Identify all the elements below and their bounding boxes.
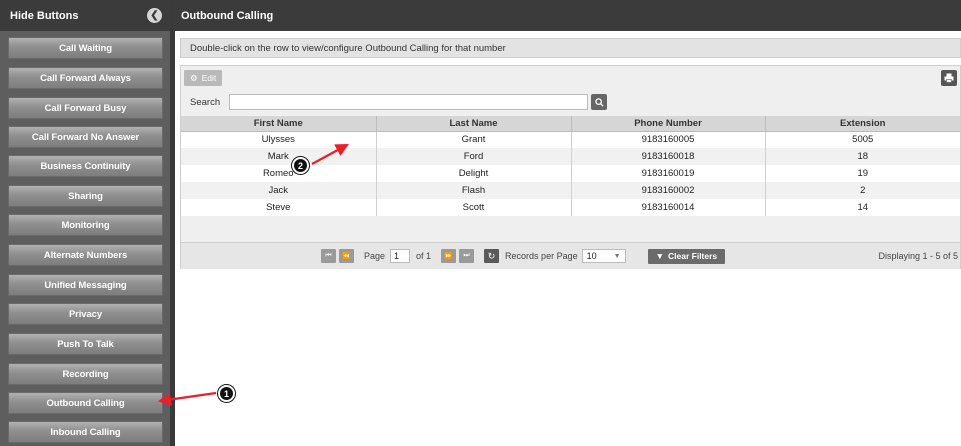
- clear-filters-button[interactable]: ▼ Clear Filters: [647, 248, 726, 264]
- table-cell: 18: [765, 148, 960, 165]
- refresh-button[interactable]: ↻: [484, 249, 500, 263]
- print-button[interactable]: [941, 70, 957, 86]
- outbound-calling-button[interactable]: Outbound Calling: [8, 392, 163, 414]
- table-cell: 9183160002: [571, 182, 766, 199]
- records-per-page-label: Records per Page: [505, 251, 578, 261]
- table-cell: 9183160018: [571, 148, 766, 165]
- table-cell: Delight: [376, 165, 572, 182]
- prev-page-icon: ⏪: [342, 253, 351, 260]
- next-page-icon: ⏩: [444, 253, 453, 260]
- sidebar-title: Hide Buttons: [10, 9, 79, 22]
- sharing-button[interactable]: Sharing: [8, 185, 163, 207]
- records-per-page-select[interactable]: 10 ▼: [581, 249, 626, 263]
- page-title: Outbound Calling: [175, 0, 961, 31]
- call-forward-always-button[interactable]: Call Forward Always: [8, 67, 163, 89]
- annotation-badge-1: 1: [218, 385, 235, 402]
- table-cell: 9183160005: [571, 131, 766, 148]
- table-cell: Jack: [181, 182, 377, 199]
- page-label: Page: [364, 251, 386, 261]
- main-panel: Outbound Calling Double-click on the row…: [175, 0, 961, 446]
- table-cell: 5005: [765, 131, 960, 148]
- edit-label: Edit: [201, 73, 217, 83]
- gear-icon: ⚙: [190, 72, 198, 83]
- refresh-icon: ↻: [487, 250, 496, 261]
- chevron-left-icon: ❮: [150, 10, 159, 21]
- call-waiting-button[interactable]: Call Waiting: [8, 37, 163, 59]
- table-cell: Ford: [376, 148, 572, 165]
- pager: ⏮ ⏪ Page 1 of 1 ⏩ ⏭ ↻ Records per Page 1…: [181, 242, 960, 269]
- table-row[interactable]: Steve Scott 9183160014 14: [181, 199, 960, 216]
- table-row[interactable]: Jack Flash 9183160002 2: [181, 182, 960, 199]
- recording-button[interactable]: Recording: [8, 363, 163, 385]
- collapse-sidebar-button[interactable]: ❮: [147, 8, 162, 23]
- table-row[interactable]: Ulysses Grant 9183160005 5005: [181, 131, 960, 148]
- clear-filters-label: Clear Filters: [668, 251, 718, 261]
- table-cell: Flash: [376, 182, 572, 199]
- chevron-down-icon: ▼: [613, 252, 621, 260]
- call-forward-no-answer-button[interactable]: Call Forward No Answer: [8, 126, 163, 148]
- column-header[interactable]: First Name: [181, 116, 377, 132]
- table-cell: 2: [765, 182, 960, 199]
- alternate-numbers-button[interactable]: Alternate Numbers: [8, 244, 163, 266]
- table-cell: 9183160019: [571, 165, 766, 182]
- table-cell: Scott: [376, 199, 572, 216]
- next-page-button[interactable]: ⏩: [441, 249, 457, 263]
- edit-button[interactable]: ⚙ Edit: [184, 70, 223, 86]
- page-number-input[interactable]: 1: [390, 249, 411, 263]
- annotation-badge-2: 2: [292, 157, 309, 174]
- last-page-icon: ⏭: [463, 252, 470, 259]
- table-cell: 19: [765, 165, 960, 182]
- sidebar-header: Hide Buttons ❮: [0, 0, 170, 31]
- search-input[interactable]: [229, 94, 589, 110]
- table-cell: Grant: [376, 131, 572, 148]
- column-header[interactable]: Last Name: [376, 116, 572, 132]
- search-button[interactable]: [591, 94, 608, 110]
- privacy-button[interactable]: Privacy: [8, 303, 163, 325]
- call-forward-busy-button[interactable]: Call Forward Busy: [8, 97, 163, 119]
- table-cell: Romeo: [181, 165, 377, 182]
- last-page-button[interactable]: ⏭: [459, 249, 475, 263]
- first-page-button[interactable]: ⏮: [321, 249, 336, 263]
- table-cell: Mark: [181, 148, 377, 165]
- search-icon: [594, 97, 604, 107]
- grid-toolbar: ⚙ Edit: [181, 66, 960, 90]
- business-continuity-button[interactable]: Business Continuity: [8, 155, 163, 177]
- column-header[interactable]: Phone Number: [571, 116, 766, 132]
- print-icon: [944, 73, 954, 83]
- sidebar: Hide Buttons ❮ Call Waiting Call Forward…: [0, 0, 170, 446]
- search-row: Search: [181, 90, 960, 114]
- prev-page-button[interactable]: ⏪: [339, 249, 354, 263]
- table-cell: Ulysses: [181, 131, 377, 148]
- table-cell: Steve: [181, 199, 377, 216]
- table-header-row: First Name Last Name Phone Number Extens…: [181, 116, 960, 132]
- table-cell: 9183160014: [571, 199, 766, 216]
- page-count: of 1: [416, 251, 432, 261]
- inbound-calling-button[interactable]: Inbound Calling: [8, 421, 163, 443]
- instruction-text: Double-click on the row to view/configur…: [180, 38, 961, 58]
- column-header[interactable]: Extension: [765, 116, 960, 132]
- push-to-talk-button[interactable]: Push To Talk: [8, 333, 163, 355]
- first-page-icon: ⏮: [325, 252, 332, 259]
- filter-icon: ▼: [655, 251, 665, 261]
- table-cell: 14: [765, 199, 960, 216]
- monitoring-button[interactable]: Monitoring: [8, 214, 163, 236]
- display-count: Displaying 1 - 5 of 5: [878, 251, 958, 261]
- records-per-page-value: 10: [586, 251, 597, 261]
- search-label: Search: [190, 96, 221, 108]
- unified-messaging-button[interactable]: Unified Messaging: [8, 274, 163, 296]
